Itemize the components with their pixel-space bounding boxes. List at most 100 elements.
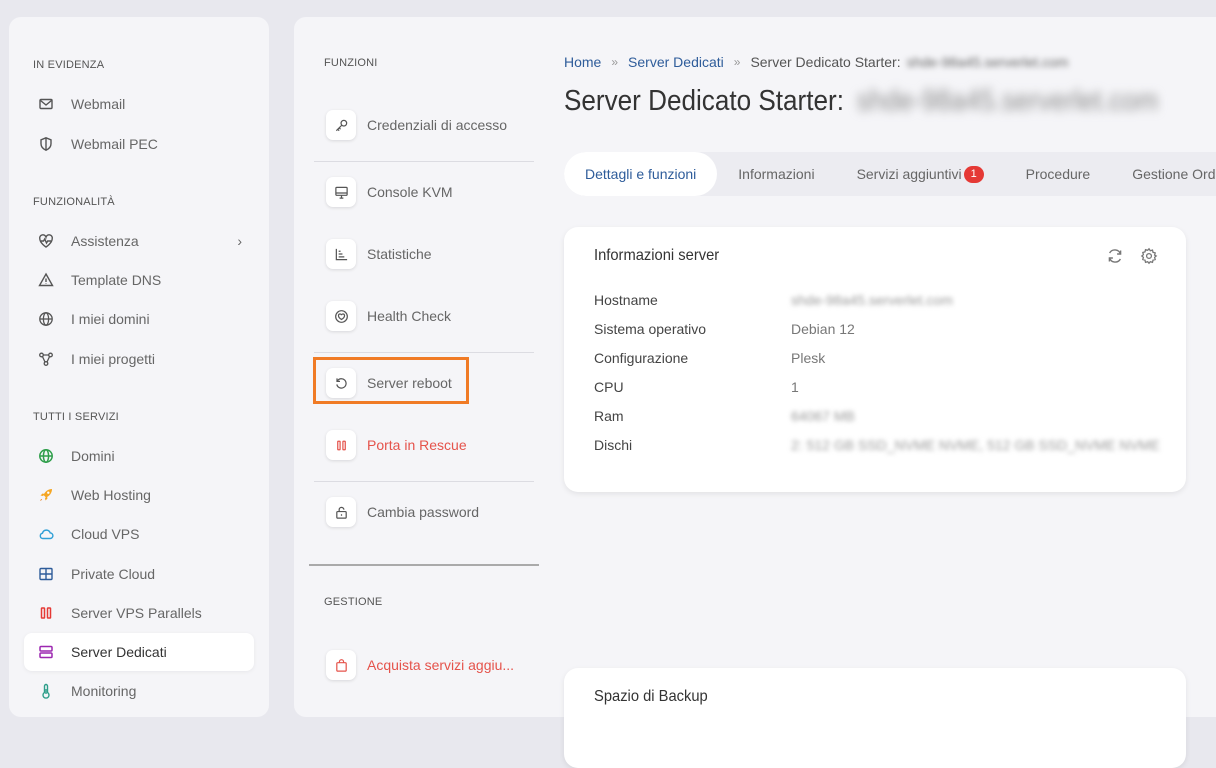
tab-informazioni[interactable]: Informazioni xyxy=(717,152,835,196)
highlight-box xyxy=(313,357,469,404)
warning-triangle-icon xyxy=(38,272,54,288)
green-globe-icon xyxy=(38,448,54,464)
function-statistiche[interactable]: Statistiche xyxy=(326,237,432,271)
tab-procedure[interactable]: Procedure xyxy=(1005,152,1112,196)
functions-title: FUNZIONI xyxy=(324,57,378,69)
tab-bar: Dettagli e funzioni Informazioni Servizi… xyxy=(564,152,1216,196)
tab-dettagli-e-funzioni[interactable]: Dettagli e funzioni xyxy=(564,152,718,196)
info-row-dischi: Dischi 2: 512 GB SSD_NVME NVME, 512 GB S… xyxy=(594,437,1160,453)
chart-icon xyxy=(326,239,356,269)
key-icon xyxy=(326,110,356,140)
function-console-kvm[interactable]: Console KVM xyxy=(326,175,453,209)
breadcrumb: Home » Server Dedicati » Server Dedicato… xyxy=(564,54,1068,70)
tab-label: Servizi aggiuntivi xyxy=(856,166,962,182)
divider xyxy=(309,564,539,566)
sidebar-section-title: TUTTI I SERVIZI xyxy=(33,411,119,423)
sidebar-item-label: Monitoring xyxy=(71,683,137,699)
card-title: Informazioni server xyxy=(594,247,720,264)
tab-label: Gestione Ordini xyxy=(1132,166,1216,182)
tab-gestione-ordini[interactable]: Gestione Ordini xyxy=(1111,152,1216,196)
page-title: Server Dedicato Starter: shde-98a45.serv… xyxy=(564,85,1158,118)
refresh-icon[interactable] xyxy=(1106,247,1124,270)
sidebar-item-webmail-pec[interactable]: Webmail PEC xyxy=(24,125,254,163)
function-credenziali-di-accesso[interactable]: Credenziali di accesso xyxy=(326,108,507,142)
function-porta-in-rescue[interactable]: Porta in Rescue xyxy=(326,428,467,462)
info-key: Dischi xyxy=(594,437,633,453)
function-cambia-password[interactable]: Cambia password xyxy=(326,495,479,529)
sidebar-item-label: Server VPS Parallels xyxy=(71,605,202,621)
divider xyxy=(314,161,534,162)
page-title-text: Server Dedicato Starter: xyxy=(564,85,844,117)
parallels-icon xyxy=(38,605,54,621)
sidebar-item-label: Template DNS xyxy=(71,272,162,288)
grid-icon xyxy=(38,566,54,582)
info-key: CPU xyxy=(594,379,624,395)
server-icon xyxy=(38,644,54,660)
rocket-icon xyxy=(38,487,54,503)
sidebar: IN EVIDENZA Webmail Webmail PEC FUNZIONA… xyxy=(9,17,269,717)
card-actions xyxy=(1106,247,1158,270)
info-row-hostname: Hostname shde-98a45.serverlet.com xyxy=(594,292,953,308)
breadcrumb-current: Server Dedicato Starter: xyxy=(750,54,901,70)
sidebar-item-private-cloud[interactable]: Private Cloud xyxy=(24,555,254,593)
sidebar-section-title: IN EVIDENZA xyxy=(33,59,105,71)
sidebar-item-web-hosting[interactable]: Web Hosting xyxy=(24,476,254,514)
sidebar-item-label: I miei progetti xyxy=(71,351,156,367)
sidebar-section-title: FUNZIONALITÀ xyxy=(33,196,115,208)
tab-label: Procedure xyxy=(1025,166,1091,182)
info-value: 2: 512 GB SSD_NVME NVME, 512 GB SSD_NVME… xyxy=(791,437,1160,453)
sidebar-item-label: Web Hosting xyxy=(71,487,151,503)
globe-icon xyxy=(38,311,54,327)
info-value: shde-98a45.serverlet.com xyxy=(791,292,953,308)
breadcrumb-separator: » xyxy=(733,55,741,69)
divider xyxy=(314,481,534,482)
sidebar-item-label: Webmail PEC xyxy=(71,136,158,152)
sidebar-item-label: Cloud VPS xyxy=(71,526,140,542)
breadcrumb-home-link[interactable]: Home xyxy=(564,54,601,70)
info-key: Configurazione xyxy=(594,350,689,366)
sidebar-item-monitoring[interactable]: Monitoring xyxy=(24,672,254,710)
sidebar-item-i-miei-domini[interactable]: I miei domini xyxy=(24,300,254,338)
sidebar-item-label: I miei domini xyxy=(71,311,150,327)
sidebar-item-webmail[interactable]: Webmail xyxy=(24,85,254,123)
server-info-card: Informazioni server Hostname shde-98a45.… xyxy=(564,227,1186,492)
breadcrumb-separator: » xyxy=(611,55,619,69)
cloud-icon xyxy=(38,526,54,542)
sidebar-item-i-miei-progetti[interactable]: I miei progetti xyxy=(24,340,254,378)
rescue-icon xyxy=(326,430,356,460)
sidebar-item-label: Domini xyxy=(71,448,115,464)
sidebar-item-template-dns[interactable]: Template DNS xyxy=(24,261,254,299)
tab-label: Informazioni xyxy=(738,166,815,182)
thermometer-icon xyxy=(38,683,54,699)
sidebar-item-assistenza[interactable]: Assistenza › xyxy=(24,222,254,260)
chevron-right-icon: › xyxy=(237,233,242,249)
breadcrumb-server-dedicati-link[interactable]: Server Dedicati xyxy=(628,54,724,70)
function-label: Health Check xyxy=(367,308,452,324)
shield-icon xyxy=(38,136,54,152)
gear-icon[interactable] xyxy=(1140,247,1158,270)
function-health-check[interactable]: Health Check xyxy=(326,299,451,333)
card-title: Spazio di Backup xyxy=(594,688,708,705)
sidebar-item-label: Private Cloud xyxy=(71,566,156,582)
heart-icon xyxy=(326,301,356,331)
tab-servizi-aggiuntivi[interactable]: Servizi aggiuntivi 1 xyxy=(836,152,1005,196)
sidebar-item-server-vps-parallels[interactable]: Server VPS Parallels xyxy=(24,594,254,632)
sidebar-item-label: Webmail xyxy=(71,96,126,112)
notification-badge: 1 xyxy=(963,165,984,183)
info-key: Sistema operativo xyxy=(594,321,707,337)
function-acquista-servizi[interactable]: Acquista servizi aggiu... xyxy=(326,648,514,682)
management-title: GESTIONE xyxy=(324,596,383,608)
tab-label: Dettagli e funzioni xyxy=(585,166,697,182)
info-row-cpu: CPU 1 xyxy=(594,379,799,395)
shopping-bag-icon xyxy=(326,650,356,680)
function-label: Cambia password xyxy=(367,504,480,520)
sidebar-item-server-dedicati[interactable]: Server Dedicati xyxy=(24,633,254,671)
sidebar-item-label: Server Dedicati xyxy=(71,644,167,660)
info-value: 1 xyxy=(791,379,799,395)
sidebar-item-cloud-vps[interactable]: Cloud VPS xyxy=(24,515,254,553)
sidebar-item-label: Assistenza xyxy=(71,233,139,249)
info-value: 64067 MB xyxy=(791,408,855,424)
sidebar-item-domini[interactable]: Domini xyxy=(24,437,254,475)
info-value: Debian 12 xyxy=(791,321,855,337)
info-row-configurazione: Configurazione Plesk xyxy=(594,350,825,366)
